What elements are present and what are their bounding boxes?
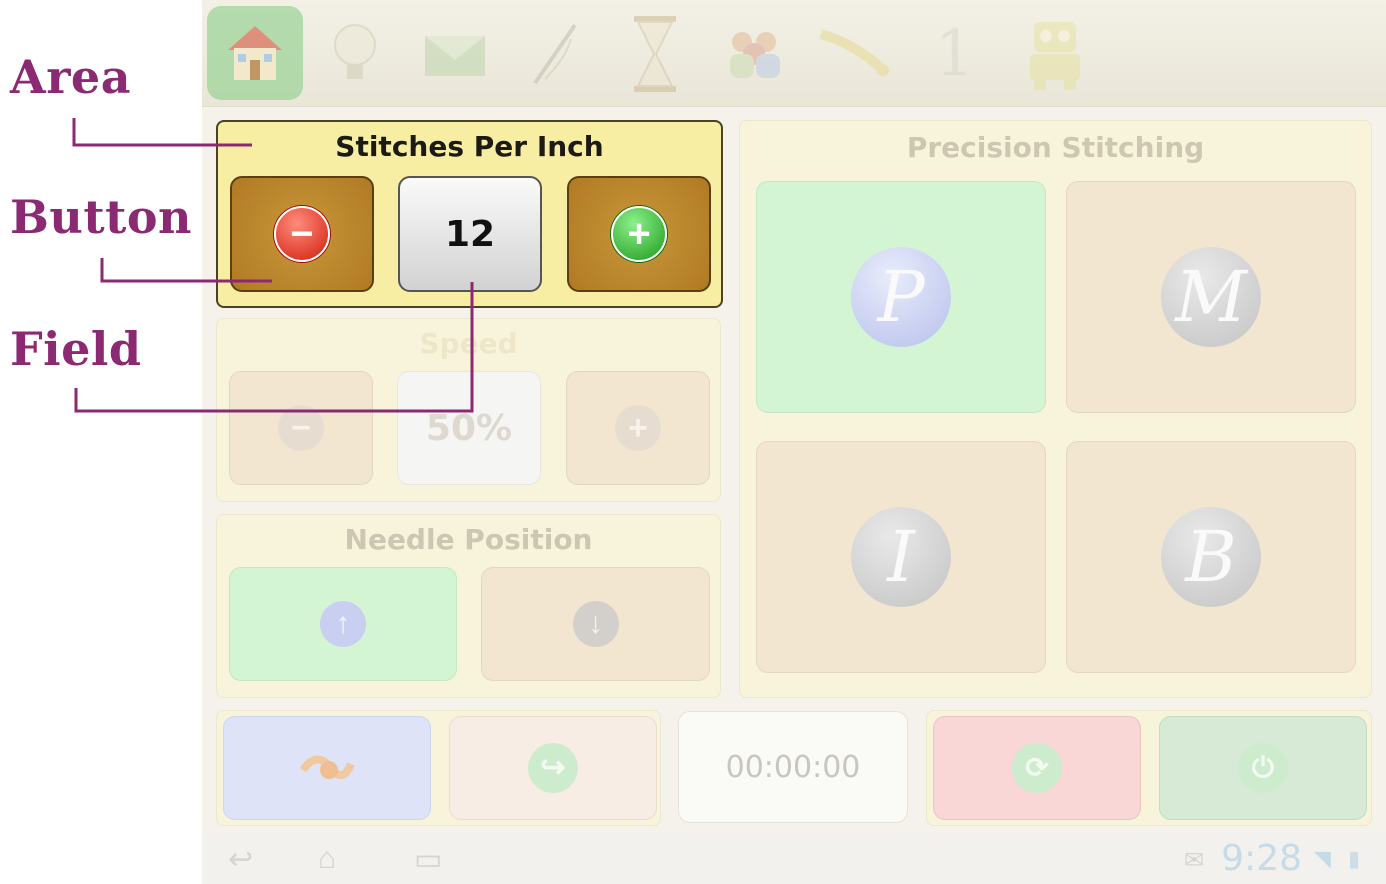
b-letter-icon: B xyxy=(1161,507,1261,607)
precision-mode-i-button[interactable]: I xyxy=(756,441,1046,673)
people-icon[interactable] xyxy=(706,6,804,102)
tablet-app: 1 Stitches Per Inch − 12 + Speed − 50% +… xyxy=(202,0,1386,884)
tape-measure-icon[interactable] xyxy=(806,6,904,102)
recent-apps-icon[interactable]: ▭ xyxy=(414,842,442,877)
precision-mode-b-button[interactable]: B xyxy=(1066,441,1356,673)
minus-icon: − xyxy=(278,405,324,451)
home-icon[interactable] xyxy=(207,6,303,100)
system-navigation-bar: ↩ ⌂ ▭ ✉ 9:28 ◥ ▮ xyxy=(202,832,1386,884)
stage: Area Button Field 1 Stitches Per Inch − … xyxy=(0,0,1386,884)
precision-stitching-panel: Precision Stitching P M I B xyxy=(739,120,1372,698)
forward-button[interactable]: ↪ xyxy=(449,716,657,820)
forward-arrow-icon: ↪ xyxy=(528,743,578,793)
knot-icon xyxy=(299,755,355,779)
stitches-value-field[interactable]: 12 xyxy=(398,176,542,292)
stitches-value: 12 xyxy=(444,213,496,255)
stitches-per-inch-panel: Stitches Per Inch − 12 + xyxy=(216,120,723,308)
home-nav-icon[interactable]: ⌂ xyxy=(318,842,336,876)
arrow-down-icon: ↓ xyxy=(572,601,619,647)
stitches-decrease-button[interactable]: − xyxy=(230,176,374,292)
annotation-field-label: Field xyxy=(10,322,142,376)
precision-mode-p-button[interactable]: P xyxy=(756,181,1046,413)
refresh-icon: ⟳ xyxy=(1012,743,1062,793)
back-icon[interactable]: ↩ xyxy=(228,842,253,877)
speed-panel: Speed − 50% + xyxy=(216,318,721,502)
reset-button[interactable]: ⟳ xyxy=(933,716,1141,820)
needle-position-panel: Needle Position ↑ ↓ xyxy=(216,514,721,698)
stitches-per-inch-title: Stitches Per Inch xyxy=(335,130,604,163)
needle-down-button[interactable]: ↓ xyxy=(481,567,710,681)
bottom-left-panel: ↪ xyxy=(216,710,661,826)
plus-icon: + xyxy=(611,206,667,262)
wifi-icon: ◥ xyxy=(1314,846,1331,871)
speed-title: Speed xyxy=(419,327,518,360)
speed-increase-button[interactable]: + xyxy=(566,371,710,485)
robot-icon[interactable] xyxy=(1006,6,1104,102)
plus-icon: + xyxy=(615,405,661,451)
precision-mode-m-button[interactable]: M xyxy=(1066,181,1356,413)
minus-icon: − xyxy=(274,206,330,262)
lightbulb-icon[interactable] xyxy=(306,6,404,102)
i-letter-icon: I xyxy=(851,507,951,607)
counter-icon[interactable]: 1 xyxy=(906,6,1004,102)
needle-icon[interactable] xyxy=(506,6,604,102)
tie-off-button[interactable] xyxy=(223,716,431,820)
stitches-increase-button[interactable]: + xyxy=(567,176,711,292)
mail-icon[interactable]: ✉ xyxy=(1184,846,1204,875)
power-button[interactable]: ⏻ xyxy=(1159,716,1367,820)
precision-stitching-title: Precision Stitching xyxy=(906,131,1205,164)
annotation-button-label: Button xyxy=(10,190,192,244)
battery-icon: ▮ xyxy=(1348,846,1361,871)
power-icon: ⏻ xyxy=(1238,743,1288,793)
annotation-area-label: Area xyxy=(10,50,131,104)
timer-value: 00:00:00 xyxy=(725,749,861,785)
status-clock: 9:28 xyxy=(1221,838,1302,879)
timer-field: 00:00:00 xyxy=(678,711,908,823)
m-letter-icon: M xyxy=(1161,247,1261,347)
top-toolbar: 1 xyxy=(202,0,1386,107)
arrow-up-icon: ↑ xyxy=(320,601,366,647)
p-letter-icon: P xyxy=(851,247,951,347)
speed-decrease-button[interactable]: − xyxy=(229,371,373,485)
needle-up-button[interactable]: ↑ xyxy=(229,567,457,681)
speed-value-field[interactable]: 50% xyxy=(397,371,541,485)
speed-value: 50% xyxy=(425,407,513,449)
bottom-right-panel: ⟳ ⏻ xyxy=(926,710,1372,826)
hourglass-icon[interactable] xyxy=(606,6,704,102)
needle-position-title: Needle Position xyxy=(344,523,593,556)
envelope-icon[interactable] xyxy=(406,6,504,102)
